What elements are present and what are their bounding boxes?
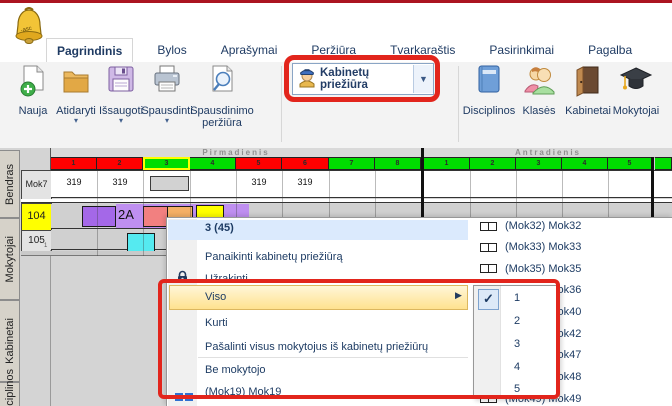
door-icon bbox=[573, 85, 603, 102]
menu-item-pasalinti[interactable]: Pašalinti visus mokytojus iš kabinetų pr… bbox=[205, 341, 428, 353]
cell-mok7-1[interactable]: 319 bbox=[51, 177, 97, 187]
print-dropdown-caret[interactable]: ▾ bbox=[140, 117, 194, 125]
tab-tvarkarastis[interactable]: Tvarkaraštis bbox=[380, 38, 465, 62]
period-5[interactable]: 5 bbox=[236, 157, 282, 170]
printer-icon bbox=[151, 85, 183, 102]
open-folder-icon bbox=[60, 85, 92, 102]
book-icon bbox=[474, 85, 504, 102]
window-top-accent bbox=[0, 0, 672, 3]
tab-pasirinkimai[interactable]: Pasirinkimai bbox=[479, 38, 564, 62]
period-7[interactable]: 7 bbox=[329, 157, 375, 170]
mode-combobox-dropdown-caret[interactable]: ▼ bbox=[413, 65, 433, 93]
print-preview-icon bbox=[206, 85, 238, 102]
tab-bylos[interactable]: Bylos bbox=[147, 38, 196, 62]
cell-mok7-3-selected[interactable] bbox=[150, 176, 189, 191]
rooms-button[interactable]: Kabinetai bbox=[561, 64, 615, 117]
mode-combobox[interactable]: Kabinetų priežiūra ▼ bbox=[292, 63, 434, 95]
students-icon bbox=[523, 85, 555, 102]
new-document-icon bbox=[17, 85, 49, 102]
checkmark-icon: ✓ bbox=[478, 289, 499, 310]
menu-item-kurti[interactable]: Kurti bbox=[205, 317, 228, 329]
period-a4[interactable]: 4 bbox=[562, 157, 608, 170]
context-menu-gutter bbox=[168, 219, 197, 406]
asc-bell-icon[interactable]: -asc bbox=[12, 7, 46, 45]
lesson-cell-cyan[interactable] bbox=[127, 233, 155, 252]
disciplines-button[interactable]: Disciplinos bbox=[462, 64, 516, 117]
menu-item-uzrakinti[interactable]: Užrakinti bbox=[205, 273, 248, 285]
period-2[interactable]: 2 bbox=[97, 157, 143, 170]
row-mok7 bbox=[51, 170, 672, 198]
period-a6-partial[interactable] bbox=[655, 157, 672, 170]
period-a1[interactable]: 1 bbox=[424, 157, 470, 170]
sidebar-tab-bendras[interactable]: Bendras bbox=[0, 150, 20, 218]
period-1[interactable]: 1 bbox=[51, 157, 97, 170]
class-badge-2a: 2A bbox=[118, 207, 134, 222]
room-pane-icon bbox=[480, 222, 497, 231]
mode-combobox-value: Kabinetų priežiūra bbox=[320, 67, 413, 91]
period-a3[interactable]: 3 bbox=[516, 157, 562, 170]
menu-item-mok33[interactable]: (Mok33) Mok33 bbox=[505, 241, 581, 253]
menu-separator bbox=[198, 357, 468, 358]
submenu-item-5[interactable]: 5 bbox=[514, 383, 520, 395]
menu-item-viso[interactable]: Viso bbox=[205, 291, 226, 303]
print-button[interactable]: Spausdinti ▾ bbox=[140, 64, 194, 125]
ribbon-group-divider bbox=[281, 66, 282, 142]
period-a5[interactable]: 5 bbox=[608, 157, 652, 170]
supervisor-icon bbox=[297, 66, 317, 93]
row-105-subscript: 1 bbox=[44, 243, 47, 249]
menu-item-mok35[interactable]: (Mok35) Mok35 bbox=[505, 263, 581, 275]
cell-mok7-6[interactable]: 319 bbox=[282, 177, 328, 187]
lesson-cell-purple[interactable] bbox=[82, 206, 116, 227]
graduation-cap-icon bbox=[619, 85, 653, 102]
period-a2[interactable]: 2 bbox=[470, 157, 516, 170]
menu-header-count: 3 (45) bbox=[205, 222, 234, 234]
submenu-item-2[interactable]: 2 bbox=[514, 315, 520, 327]
cell-mok7-5[interactable]: 319 bbox=[236, 177, 282, 187]
ribbon-tab-bar: Pagrindinis Bylos Aprašymai Peržiūra Tva… bbox=[46, 38, 656, 62]
menu-item-be-mokytojo[interactable]: Be mokytojo bbox=[205, 364, 266, 376]
day-header-pirmadienis: Pirmadienis bbox=[51, 148, 421, 157]
submenu-arrow-icon: ▶ bbox=[455, 290, 462, 301]
menu-item-panaikinti[interactable]: Panaikinti kabinetų priežiūrą bbox=[205, 251, 343, 263]
submenu-item-4[interactable]: 4 bbox=[514, 361, 520, 373]
submenu-item-1[interactable]: 1 bbox=[514, 292, 520, 304]
day-header-antradienis: Antradienis bbox=[424, 148, 672, 157]
menu-item-mok32[interactable]: (Mok32) Mok32 bbox=[505, 220, 581, 232]
ribbon: Nauja Atidaryti ▾ Išsaugoti bbox=[0, 62, 672, 149]
row-header-105[interactable]: 105 bbox=[21, 230, 52, 252]
viso-submenu: ✓ 1 2 3 4 5 bbox=[473, 285, 560, 399]
submenu-item-3[interactable]: 3 bbox=[514, 338, 520, 350]
save-floppy-icon bbox=[105, 85, 137, 102]
cell-mok7-2[interactable]: 319 bbox=[97, 177, 143, 187]
row-header-104[interactable]: 104 bbox=[21, 203, 52, 231]
sidebar-tab-mokytojai[interactable]: Mokytojai bbox=[0, 218, 20, 300]
blue-squares-icon bbox=[175, 388, 193, 406]
ribbon-group-divider-2 bbox=[458, 66, 459, 142]
tab-pagalba[interactable]: Pagalba bbox=[578, 38, 642, 62]
sidebar-tab-disciplinos[interactable]: Disciplinos bbox=[0, 382, 20, 406]
classes-button[interactable]: Klasės bbox=[512, 64, 566, 117]
teachers-button[interactable]: Mokytojai bbox=[609, 64, 663, 117]
period-4[interactable]: 4 bbox=[190, 157, 236, 170]
room-pane-icon bbox=[480, 264, 497, 273]
tab-aprasymai[interactable]: Aprašymai bbox=[211, 38, 288, 62]
room-pane-icon bbox=[480, 243, 497, 252]
menu-item-mok19[interactable]: (Mok19) Mok19 bbox=[205, 386, 281, 398]
app-window: -asc Pagrindinis Bylos Aprašymai Peržiūr… bbox=[0, 0, 672, 406]
print-preview-button[interactable]: Spausdinimo peržiūra bbox=[190, 64, 254, 129]
tab-perziura[interactable]: Peržiūra bbox=[301, 38, 366, 62]
period-6[interactable]: 6 bbox=[282, 157, 329, 170]
period-3-selected[interactable]: 3 bbox=[143, 157, 190, 170]
context-menu: 3 (45) Panaikinti kabinetų priežiūrą Užr… bbox=[166, 217, 672, 406]
tab-pagrindinis[interactable]: Pagrindinis bbox=[46, 38, 133, 62]
period-8[interactable]: 8 bbox=[375, 157, 421, 170]
row-header-mok7[interactable]: Mok7 bbox=[21, 170, 52, 200]
